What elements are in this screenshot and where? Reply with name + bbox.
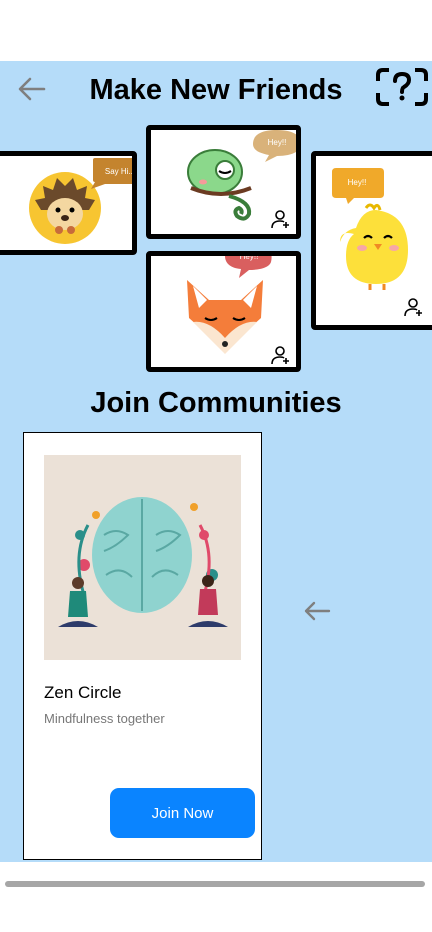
page-title: Make New Friends [89, 74, 343, 106]
friend-card-chameleon[interactable]: Hey!! [146, 125, 301, 239]
community-description: Mindfulness together [44, 711, 165, 726]
speech-bubble-text: Hey!! [347, 178, 367, 187]
friend-card-fox[interactable]: Hey!! [146, 251, 301, 372]
friend-card-chick[interactable]: Hey!! [311, 151, 432, 330]
carousel-back-arrow-icon[interactable] [302, 598, 332, 624]
help-icon[interactable] [375, 67, 429, 107]
brain-meditation-illustration [58, 497, 228, 627]
fox-icon [187, 280, 263, 354]
community-image [44, 455, 241, 660]
speech-bubble-text: Hey!! [239, 252, 259, 261]
add-friend-icon[interactable] [269, 344, 291, 366]
add-friend-icon[interactable] [269, 208, 291, 230]
meditating-woman [188, 575, 228, 627]
scrollbar[interactable] [5, 881, 425, 887]
chameleon-icon [187, 149, 252, 221]
add-friend-icon[interactable] [402, 296, 424, 318]
friend-card-hedgehog[interactable]: Say Hi... [0, 151, 137, 255]
speech-bubble-text: Say Hi... [104, 167, 136, 176]
speech-bubble-text: Hey!! [267, 138, 287, 147]
community-name: Zen Circle [44, 683, 122, 702]
chick-icon [340, 203, 408, 290]
join-now-button[interactable]: Join Now [110, 788, 255, 838]
meditating-man [58, 577, 98, 627]
section-title: Join Communities [90, 387, 342, 419]
community-card[interactable]: Zen Circle Mindfulness together Join Now [23, 432, 262, 860]
